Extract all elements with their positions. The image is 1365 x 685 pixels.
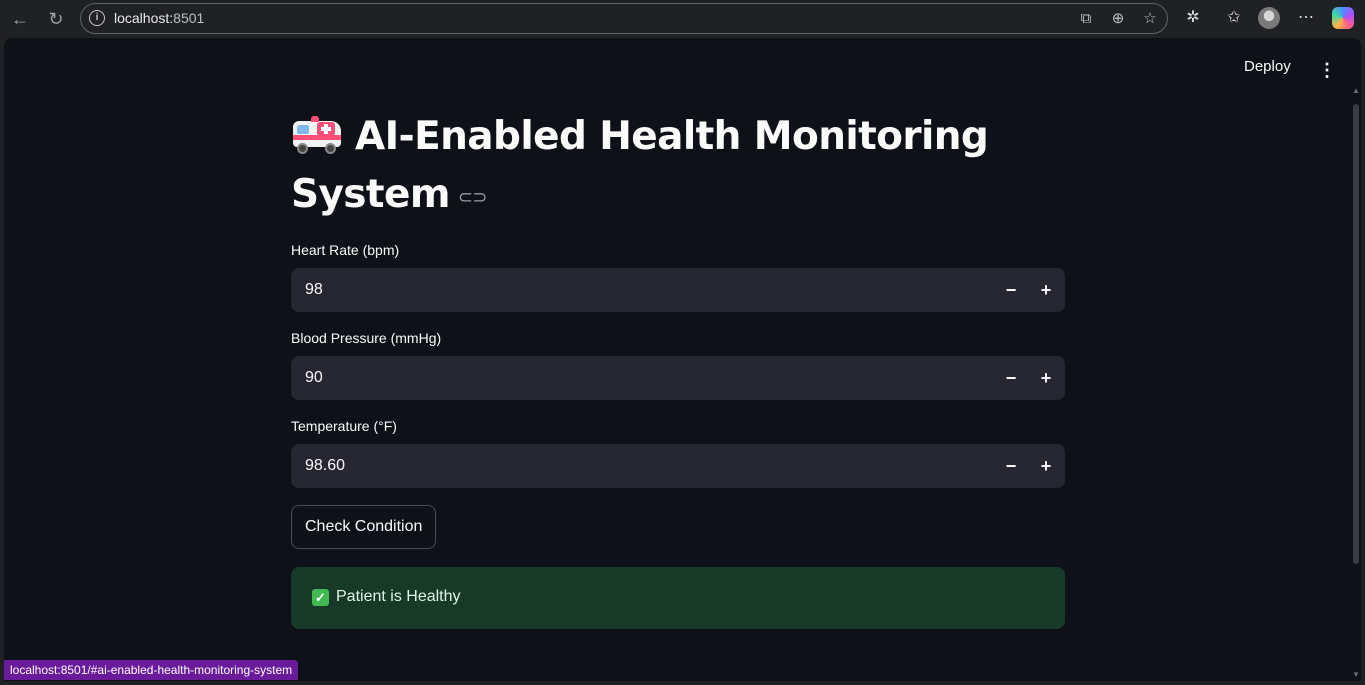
status-bar-link-preview: localhost:8501/#ai-enabled-health-monito… [4,660,299,680]
heart-rate-increment-button[interactable]: + [1029,268,1063,312]
main-content: AI-Enabled Health Monitoring System ⊂⊃ He… [291,108,1065,629]
temperature-input[interactable] [291,444,981,488]
favorites-icon[interactable]: ✩ [1222,6,1246,30]
blood-pressure-input-container: − + [291,356,1065,400]
blood-pressure-increment-button[interactable]: + [1029,356,1063,400]
blood-pressure-input[interactable] [291,356,981,400]
heart-rate-field: Heart Rate (bpm) − + [291,239,1065,312]
site-info-icon[interactable]: i [89,10,105,26]
blood-pressure-field: Blood Pressure (mmHg) − + [291,327,1065,400]
browser-toolbar: ← ↻ i localhost:8501 ⧉ ⊕ ☆ ✲ ✩ ⋯ [0,0,1365,37]
address-bar[interactable]: i localhost:8501 ⧉ ⊕ ☆ [80,3,1168,34]
favorite-star-icon[interactable]: ☆ [1139,8,1161,30]
url-host: localhost: [114,10,174,26]
url-port: 8501 [173,10,205,26]
zoom-icon[interactable]: ⊕ [1107,8,1129,30]
reload-icon[interactable]: ↻ [43,6,69,32]
temperature-decrement-button[interactable]: − [994,444,1028,488]
ambulance-icon [291,113,341,154]
success-alert: ✓ Patient is Healthy [291,567,1065,629]
temperature-increment-button[interactable]: + [1029,444,1063,488]
scroll-up-arrow-icon[interactable]: ▲ [1352,86,1360,95]
scroll-down-arrow-icon[interactable]: ▼ [1352,670,1360,679]
translate-icon[interactable]: ⧉ [1075,8,1097,30]
temperature-label: Temperature (°F) [291,418,397,434]
copilot-icon[interactable] [1332,7,1354,29]
heart-rate-label: Heart Rate (bpm) [291,242,400,258]
address-url[interactable]: localhost:8501 [114,10,204,26]
temperature-input-container: − + [291,444,1065,488]
page-title: AI-Enabled Health Monitoring System ⊂⊃ [291,108,1065,227]
profile-avatar[interactable] [1258,7,1280,29]
page-title-text: AI-Enabled Health Monitoring System [291,114,989,217]
blood-pressure-decrement-button[interactable]: − [994,356,1028,400]
temperature-field: Temperature (°F) − + [291,415,1065,488]
anchor-link-icon[interactable]: ⊂⊃ [458,169,488,227]
extensions-icon[interactable]: ✲ [1181,6,1205,30]
heart-rate-input[interactable] [291,268,981,312]
back-arrow-icon[interactable]: ← [7,6,33,32]
check-condition-button[interactable]: Check Condition [291,505,437,549]
check-mark-icon: ✓ [312,589,329,606]
alert-message: Patient is Healthy [336,588,461,605]
blood-pressure-label: Blood Pressure (mmHg) [291,330,442,346]
heart-rate-decrement-button[interactable]: − [994,268,1028,312]
heart-rate-input-container: − + [291,268,1065,312]
main-menu-icon[interactable]: ⋮ [1318,60,1336,80]
scrollbar-thumb[interactable] [1353,104,1359,564]
deploy-button[interactable]: Deploy [1244,58,1291,75]
more-options-icon[interactable]: ⋯ [1294,6,1318,30]
app-viewport: Deploy ⋮ ▲ ▼ AI-Enabled Health Monitorin… [4,38,1361,681]
